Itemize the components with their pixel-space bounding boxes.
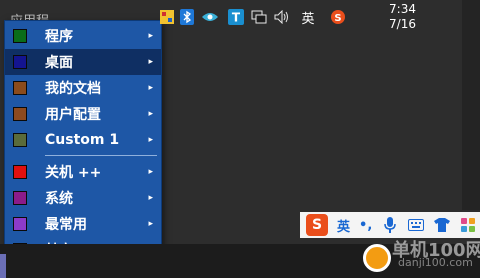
menu-item-label: 桌面: [45, 55, 73, 71]
menu-item-programs[interactable]: 程序 ▸: [5, 23, 161, 49]
start-menu: 程序 ▸ 桌面 ▸ 我的文档 ▸ 用户配置 ▸ Custom 1 ▸ 关机 ++…: [4, 20, 162, 264]
most-used-color-icon: [13, 217, 27, 231]
window-edge: [462, 0, 480, 210]
menu-item-label: 系统: [45, 191, 73, 207]
svg-text:T: T: [232, 11, 241, 25]
menu-item-custom-1[interactable]: Custom 1 ▸: [5, 127, 161, 153]
menu-item-label: Custom 1: [45, 132, 120, 148]
clock-time: 7:34: [389, 2, 416, 16]
profile-color-icon: [13, 107, 27, 121]
ime-punctuation-toggle[interactable]: •,: [359, 218, 372, 233]
submenu-arrow-icon: ▸: [148, 57, 153, 67]
menu-item-label: 最常用: [45, 217, 87, 233]
custom-color-icon: [13, 133, 27, 147]
menu-item-label: 关机 ++: [45, 165, 102, 181]
submenu-arrow-icon: ▸: [148, 193, 153, 203]
menu-item-user-profile[interactable]: 用户配置 ▸: [5, 101, 161, 127]
menu-separator: [45, 155, 157, 156]
skin-shirt-icon[interactable]: [434, 217, 451, 233]
bluetooth-icon[interactable]: [180, 8, 194, 26]
watermark-logo-icon: [363, 244, 391, 272]
desktop-color-icon: [13, 55, 27, 69]
toolbox-grid-icon[interactable]: [460, 217, 476, 233]
taskbar-language[interactable]: 英: [300, 8, 316, 27]
menu-item-label: 程序: [45, 29, 73, 45]
clock[interactable]: 7:34 7/16: [380, 2, 416, 32]
programs-color-icon: [13, 29, 27, 43]
submenu-arrow-icon: ▸: [148, 135, 153, 145]
menu-item-most-used[interactable]: 最常用 ▸: [5, 211, 161, 237]
eye-care-icon[interactable]: [202, 8, 218, 26]
documents-color-icon: [13, 81, 27, 95]
submenu-arrow-icon: ▸: [148, 31, 153, 41]
app-icon[interactable]: [160, 8, 174, 26]
svg-text:S: S: [334, 13, 341, 24]
microphone-icon[interactable]: [382, 217, 398, 233]
ime-icon[interactable]: S: [330, 8, 346, 26]
ime-toolbar: S 英 •,: [300, 212, 480, 238]
start-button[interactable]: [0, 254, 6, 278]
menu-item-shutdown[interactable]: 关机 ++ ▸: [5, 159, 161, 185]
submenu-arrow-icon: ▸: [148, 109, 153, 119]
submenu-arrow-icon: ▸: [148, 83, 153, 93]
menu-item-system[interactable]: 系统 ▸: [5, 185, 161, 211]
volume-icon[interactable]: [274, 8, 290, 26]
keyboard-icon[interactable]: [408, 217, 425, 233]
t-app-icon[interactable]: T: [228, 8, 244, 26]
menu-item-desktop[interactable]: 桌面 ▸: [5, 49, 161, 75]
submenu-arrow-icon: ▸: [148, 219, 153, 229]
system-color-icon: [13, 191, 27, 205]
sogou-logo-icon[interactable]: S: [306, 214, 328, 236]
watermark-url: danji100.com: [398, 256, 473, 269]
shutdown-color-icon: [13, 165, 27, 179]
submenu-arrow-icon: ▸: [148, 167, 153, 177]
menu-item-label: 用户配置: [45, 107, 101, 123]
network-icon[interactable]: [251, 8, 267, 26]
ime-language-toggle[interactable]: 英: [337, 216, 350, 235]
menu-item-my-documents[interactable]: 我的文档 ▸: [5, 75, 161, 101]
menu-item-label: 我的文档: [45, 81, 101, 97]
clock-date: 7/16: [389, 17, 416, 31]
